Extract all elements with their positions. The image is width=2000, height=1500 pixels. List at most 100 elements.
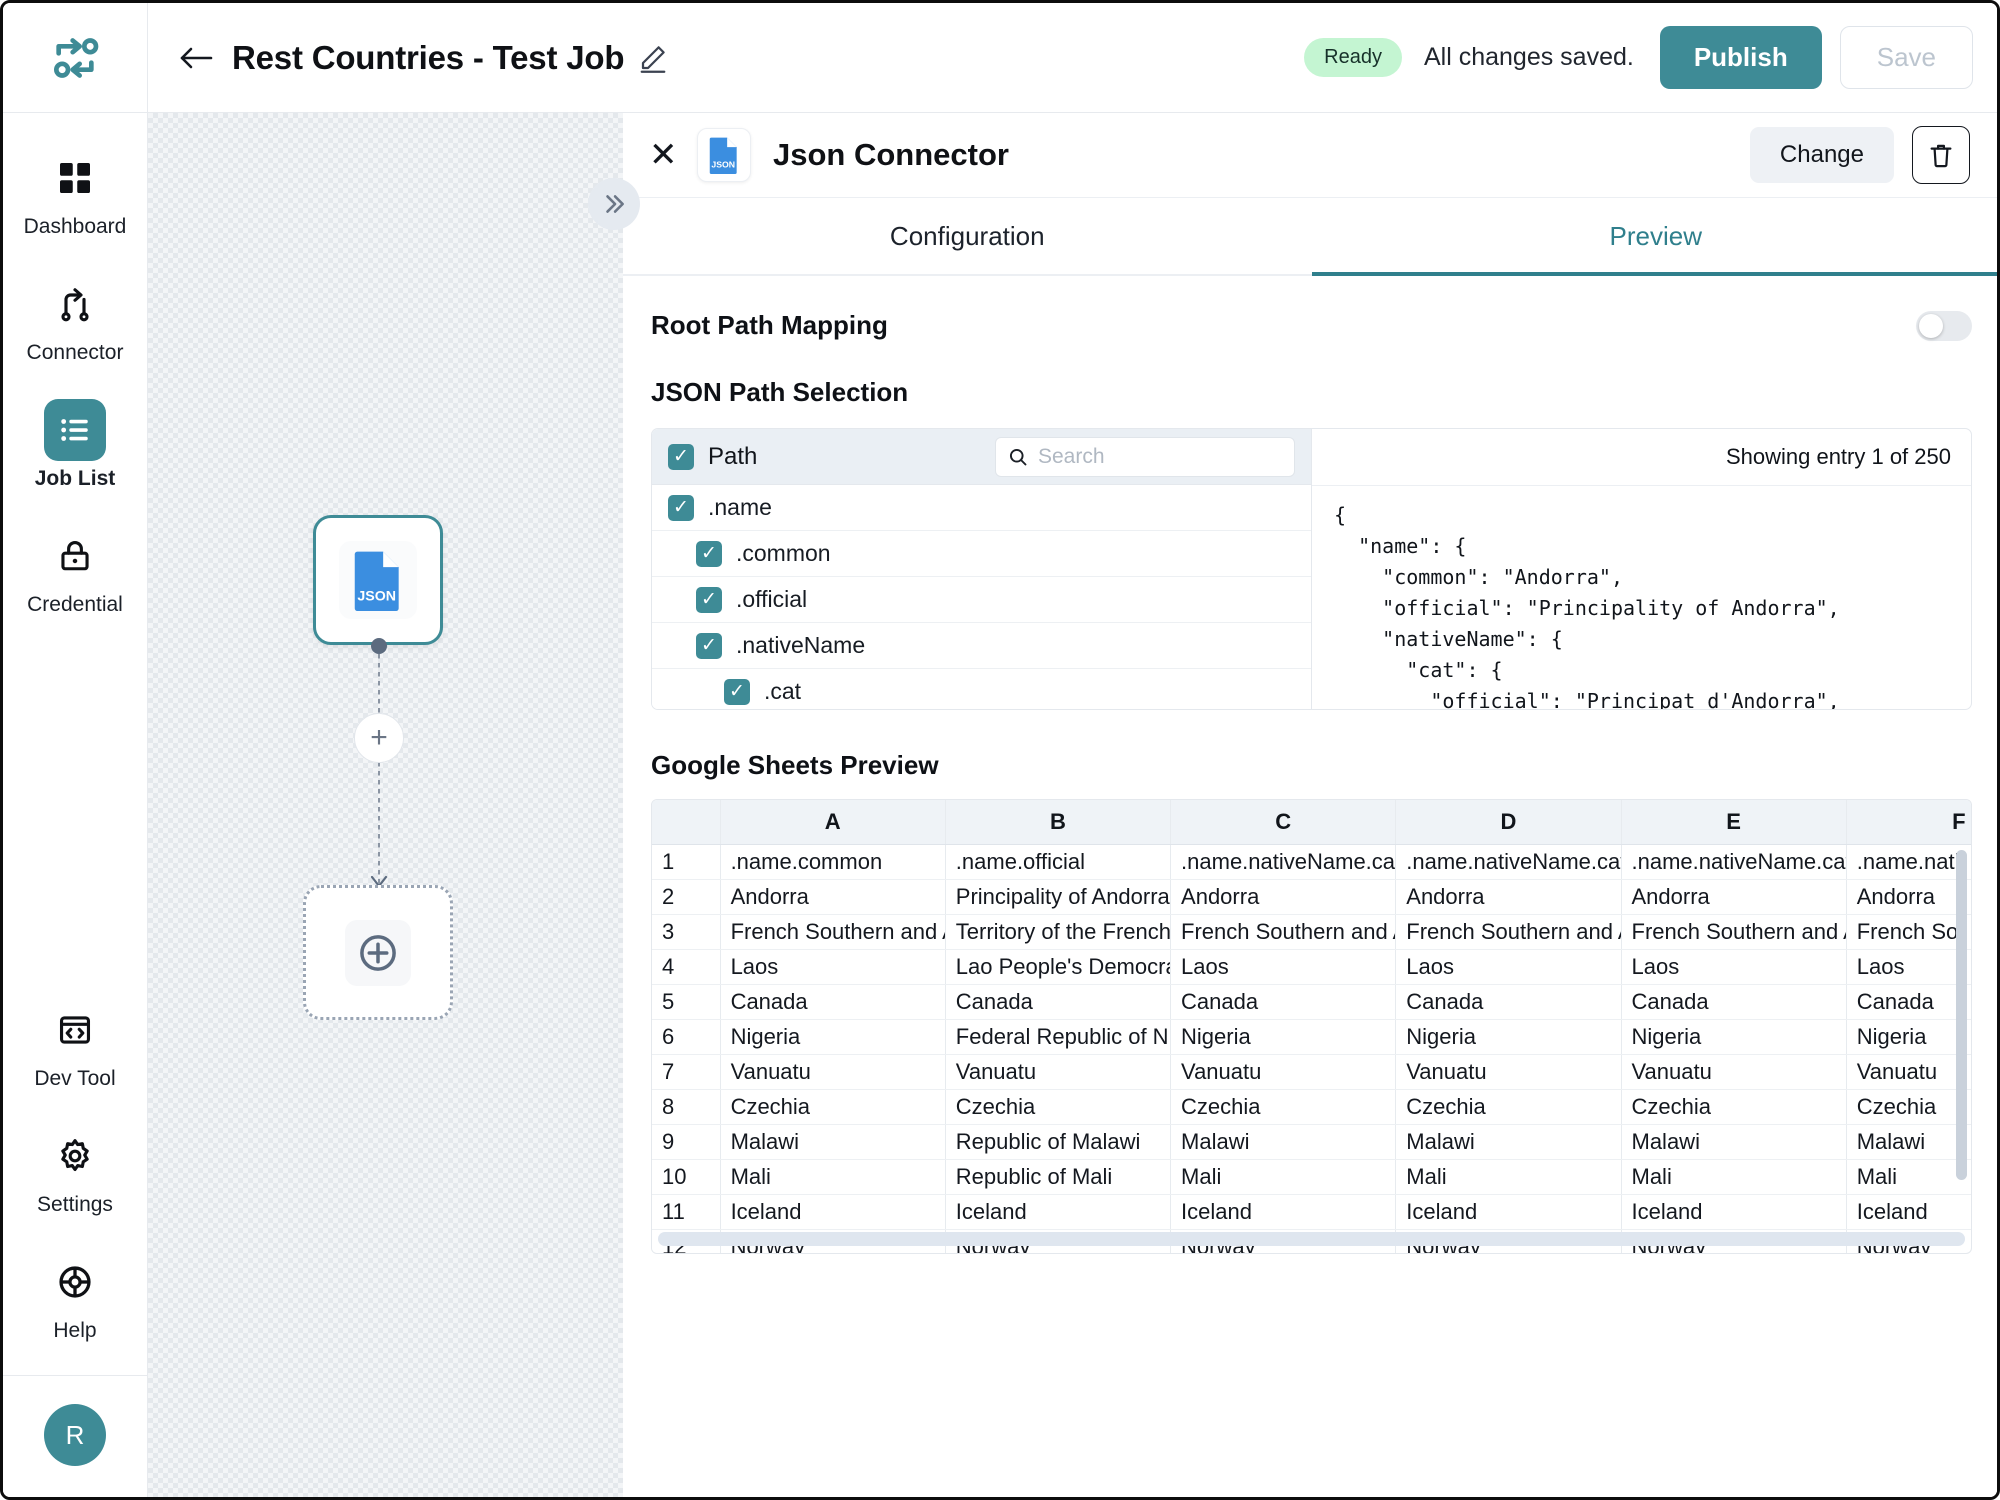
cell[interactable]: .name.nativeName.cat. — [1170, 844, 1397, 880]
sidebar-item-dashboard[interactable]: Dashboard — [3, 113, 148, 239]
workflow-canvas[interactable]: JSON + — [148, 113, 623, 1497]
search-input[interactable] — [1038, 444, 1282, 469]
column-header-e[interactable]: E — [1621, 800, 1847, 845]
cell[interactable]: Territory of the French — [945, 914, 1172, 950]
cell[interactable]: Lao People's Democrati — [945, 949, 1172, 985]
path-checkbox[interactable]: ✓ — [668, 494, 694, 521]
path-row-official[interactable]: ✓ .official — [652, 577, 1311, 623]
cell[interactable]: Laos — [1621, 949, 1847, 985]
add-node-placeholder[interactable] — [303, 885, 453, 1020]
path-row-nativename[interactable]: ✓ .nativeName — [652, 623, 1311, 669]
path-search-box[interactable] — [995, 436, 1295, 477]
cell[interactable]: Mali — [1846, 1159, 1971, 1195]
cell[interactable]: Principality of Andorra — [945, 879, 1172, 915]
tab-configuration[interactable]: Configuration — [623, 198, 1312, 274]
table-row[interactable]: 3 French Southern and A Territory of the… — [652, 914, 1971, 950]
cell[interactable]: Andorra — [1621, 879, 1847, 915]
cell[interactable]: French Southern and A — [1621, 914, 1847, 950]
cell[interactable]: Canada — [945, 984, 1172, 1020]
cell[interactable]: Nigeria — [1621, 1019, 1847, 1055]
sidebar-item-help[interactable]: Help — [3, 1217, 148, 1343]
cell[interactable]: Malawi — [720, 1124, 946, 1160]
cell[interactable]: Czechia — [1846, 1089, 1971, 1125]
table-row[interactable]: 9 Malawi Republic of Malawi Malawi Malaw… — [652, 1124, 1971, 1160]
column-header-f[interactable]: F — [1846, 800, 1971, 845]
table-row[interactable]: 8 Czechia Czechia Czechia Czechia Czechi… — [652, 1089, 1971, 1125]
sidebar-item-job-list[interactable]: Job List — [3, 365, 148, 491]
root-path-mapping-toggle[interactable] — [1916, 310, 1972, 341]
path-row-cat[interactable]: ✓ .cat — [652, 669, 1311, 709]
edit-title-button[interactable] — [638, 43, 668, 73]
sidebar-item-connector[interactable]: Connector — [3, 239, 148, 365]
cell[interactable]: Laos — [1170, 949, 1397, 985]
cell[interactable]: Canada — [720, 984, 946, 1020]
cell[interactable]: Malawi — [1846, 1124, 1971, 1160]
cell[interactable]: Andorra — [720, 879, 946, 915]
column-header-d[interactable]: D — [1395, 800, 1622, 845]
panel-collapse-toggle[interactable] — [588, 178, 640, 230]
column-header-b[interactable]: B — [945, 800, 1172, 845]
path-checkbox[interactable]: ✓ — [696, 632, 722, 659]
cell[interactable]: .name.nativeName.cat. — [1395, 844, 1622, 880]
table-row[interactable]: 1 .name.common .name.official .name.nati… — [652, 844, 1971, 880]
path-checkbox[interactable]: ✓ — [696, 586, 722, 613]
cell[interactable]: Nigeria — [720, 1019, 946, 1055]
cell[interactable]: Laos — [1846, 949, 1971, 985]
cell[interactable]: Czechia — [1395, 1089, 1622, 1125]
cell[interactable]: French Southern and A — [720, 914, 946, 950]
delete-connector-button[interactable] — [1912, 126, 1970, 184]
column-header-a[interactable]: A — [720, 800, 946, 845]
cell[interactable]: Canada — [1395, 984, 1622, 1020]
path-row-name[interactable]: ✓ .name — [652, 485, 1311, 531]
cell[interactable]: .name.nati — [1846, 844, 1971, 880]
back-button[interactable] — [176, 38, 216, 78]
table-vertical-scrollbar[interactable] — [1956, 850, 1967, 1180]
avatar[interactable]: R — [44, 1404, 106, 1466]
cell[interactable]: Canada — [1846, 984, 1971, 1020]
table-row[interactable]: 4 Laos Lao People's Democrati Laos Laos … — [652, 949, 1971, 985]
change-connector-button[interactable]: Change — [1749, 127, 1894, 183]
node-json-connector[interactable]: JSON — [313, 515, 443, 645]
cell[interactable]: Mali — [1395, 1159, 1622, 1195]
path-row-common[interactable]: ✓ .common — [652, 531, 1311, 577]
cell[interactable]: Nigeria — [1846, 1019, 1971, 1055]
cell[interactable]: Andorra — [1395, 879, 1622, 915]
cell[interactable]: Czechia — [1170, 1089, 1397, 1125]
cell[interactable]: Iceland — [1846, 1194, 1971, 1230]
cell[interactable]: .name.common — [720, 844, 946, 880]
cell[interactable]: Iceland — [1621, 1194, 1847, 1230]
table-horizontal-scrollbar[interactable] — [658, 1232, 1965, 1246]
cell[interactable]: Andorra — [1846, 879, 1971, 915]
insert-step-button[interactable]: + — [354, 713, 404, 763]
tab-preview[interactable]: Preview — [1311, 198, 1997, 276]
cell[interactable]: Vanuatu — [945, 1054, 1172, 1090]
cell[interactable]: Nigeria — [1170, 1019, 1397, 1055]
cell[interactable]: Vanuatu — [720, 1054, 946, 1090]
cell[interactable]: Iceland — [945, 1194, 1172, 1230]
cell[interactable]: .name.official — [945, 844, 1172, 880]
cell[interactable]: Malawi — [1395, 1124, 1622, 1160]
cell[interactable]: Canada — [1621, 984, 1847, 1020]
save-button[interactable]: Save — [1839, 26, 1973, 89]
cell[interactable]: Iceland — [1395, 1194, 1622, 1230]
cell[interactable]: Vanuatu — [1621, 1054, 1847, 1090]
close-panel-button[interactable]: ✕ — [649, 135, 687, 175]
cell[interactable]: French Southern and A — [1170, 914, 1397, 950]
table-row[interactable]: 10 Mali Republic of Mali Mali Mali Mali … — [652, 1159, 1971, 1195]
path-checkbox[interactable]: ✓ — [696, 540, 722, 567]
table-row[interactable]: 11 Iceland Iceland Iceland Iceland Icela… — [652, 1194, 1971, 1230]
table-row[interactable]: 7 Vanuatu Vanuatu Vanuatu Vanuatu Vanuat… — [652, 1054, 1971, 1090]
cell[interactable]: Vanuatu — [1395, 1054, 1622, 1090]
table-row[interactable]: 2 Andorra Principality of Andorra Andorr… — [652, 879, 1971, 915]
cell[interactable]: Czechia — [720, 1089, 946, 1125]
column-header-c[interactable]: C — [1170, 800, 1397, 845]
cell[interactable]: Vanuatu — [1170, 1054, 1397, 1090]
cell[interactable]: Andorra — [1170, 879, 1397, 915]
cell[interactable]: Iceland — [1170, 1194, 1397, 1230]
cell[interactable]: Republic of Malawi — [945, 1124, 1172, 1160]
node-output-port[interactable] — [371, 638, 387, 654]
table-row[interactable]: 5 Canada Canada Canada Canada Canada Can… — [652, 984, 1971, 1020]
path-checkbox[interactable]: ✓ — [724, 678, 750, 705]
cell[interactable]: Canada — [1170, 984, 1397, 1020]
cell[interactable]: French So — [1846, 914, 1971, 950]
